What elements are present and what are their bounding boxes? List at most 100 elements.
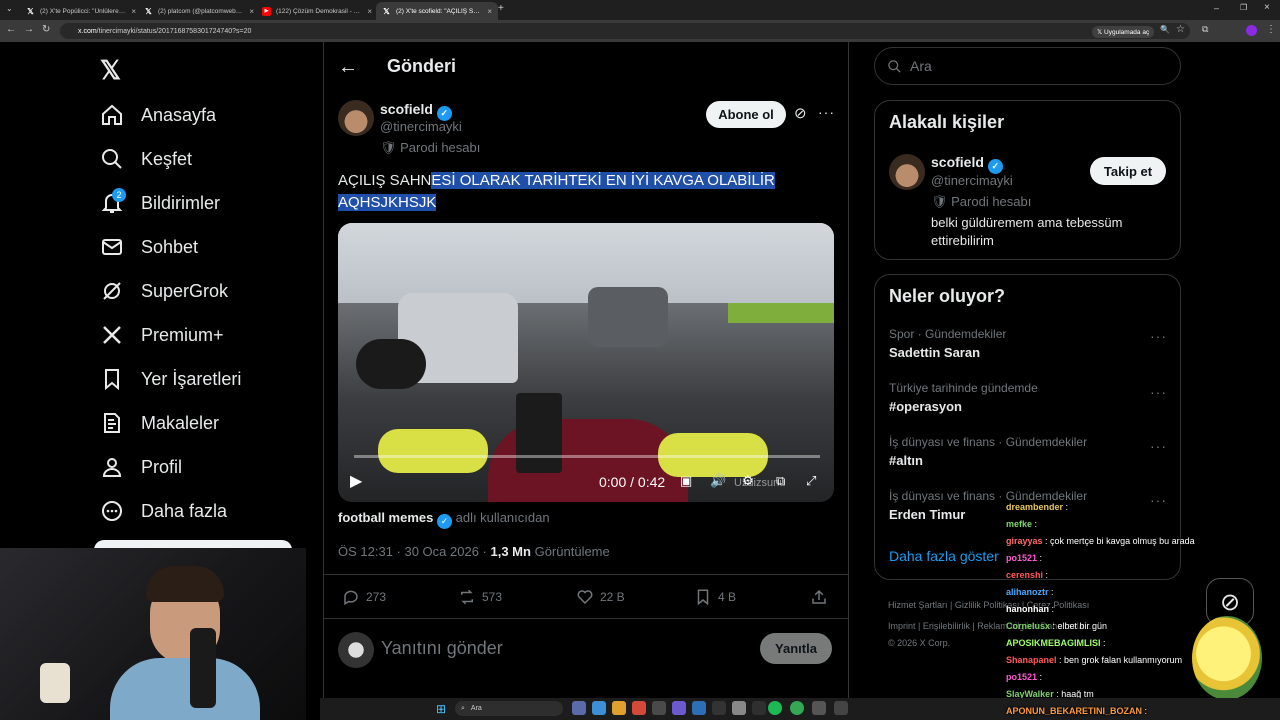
user-avatar[interactable] [338, 632, 374, 668]
bookmark-action[interactable]: 4 B [694, 587, 736, 607]
back-arrow-icon[interactable]: ← [338, 56, 358, 79]
nav-item-profile[interactable]: Profil [100, 451, 182, 483]
nav-item-articles[interactable]: Makaleler [100, 407, 219, 439]
nav-item-chat[interactable]: Sohbet [100, 231, 198, 263]
taskbar-app-icon[interactable] [812, 701, 826, 715]
nav-item-supergrok[interactable]: SuperGrok [100, 275, 228, 307]
taskbar-app-icon[interactable] [752, 701, 766, 715]
trend-item[interactable]: Spor · Gündemdekiler Sadettin Saran [889, 327, 1006, 360]
chat-text: ben grok falan kullanmıyorum [1064, 655, 1183, 665]
reply-input[interactable]: Yanıtını gönder [381, 638, 503, 659]
extensions-icon[interactable]: ⧉ [1202, 24, 1208, 35]
nav-item-premium[interactable]: Premium+ [100, 319, 224, 351]
grok-icon[interactable]: ⊘ [794, 104, 807, 122]
reload-icon[interactable]: ↻ [42, 24, 50, 35]
footer-link[interactable]: Hizmet Şartları [888, 600, 948, 610]
taskbar-app-icon[interactable] [834, 701, 848, 715]
divider [323, 574, 849, 575]
maximize-icon[interactable]: ❐ [1240, 3, 1247, 12]
close-tab-icon[interactable]: × [367, 7, 372, 16]
taskbar-app-icon[interactable] [672, 701, 686, 715]
reply-button[interactable]: Yanıtla [760, 633, 832, 664]
trend-more-icon[interactable]: ··· [1150, 328, 1167, 344]
play-icon[interactable]: ▶ [350, 471, 362, 491]
taskbar-app-icon[interactable] [572, 701, 586, 715]
taskbar-app-icon[interactable] [592, 701, 606, 715]
close-window-icon[interactable]: × [1264, 2, 1270, 13]
subscribe-button[interactable]: Abone ol [706, 101, 786, 128]
back-icon[interactable]: ← [6, 24, 16, 35]
captions-icon[interactable]: ▣ [680, 473, 692, 489]
post-time[interactable]: ÖS 12:31 · 30 Oca 2026 [338, 544, 479, 559]
author-name[interactable]: scofield [380, 101, 433, 117]
footer-link[interactable]: Erişilebilirlik [923, 621, 970, 631]
open-in-app-button[interactable]: 𝕏 Uygulamada aç [1092, 26, 1155, 38]
pip-icon[interactable]: ⧉ [776, 473, 785, 489]
nav-item-home[interactable]: Anasayfa [100, 99, 216, 131]
browser-tab-2[interactable]: 𝕏 (2) platcom (@platcomweb) / X × [138, 2, 260, 20]
reply-action[interactable]: 273 [342, 587, 386, 607]
microphone [190, 628, 216, 708]
related-handle[interactable]: @tinercimayki [931, 173, 1013, 188]
taskbar-app-icon[interactable] [632, 701, 646, 715]
taskbar-app-icon[interactable] [652, 701, 666, 715]
share-action[interactable] [810, 587, 828, 607]
chat-user: APONUN_BEKARETINI_BOZAN [1006, 706, 1143, 716]
author-avatar[interactable] [338, 100, 374, 136]
author-name-row[interactable]: scofield ✓ [380, 101, 452, 121]
trend-item[interactable]: İş dünyası ve finans · Gündemdekiler #al… [889, 435, 1087, 468]
streamer-shirt [110, 658, 260, 720]
taskbar-app-icon[interactable] [612, 701, 626, 715]
trend-more-icon[interactable]: ··· [1150, 492, 1167, 508]
spotify-icon[interactable] [768, 701, 782, 715]
browser-tab-1[interactable]: 𝕏 (2) X'te Popülicci: "Ünlülere yön… × [20, 2, 142, 20]
x-logo-icon[interactable]: 𝕏 [100, 55, 121, 86]
address-bar[interactable]: x.com/tinercimayki/status/20171687583017… [60, 23, 1190, 39]
fullscreen-icon[interactable]: ⤢ [806, 473, 816, 489]
credit-name[interactable]: football memes [338, 510, 433, 525]
star-icon[interactable]: ☆ [1176, 24, 1185, 35]
chrome-icon[interactable] [790, 701, 804, 715]
browser-menu-icon[interactable]: ⋮ [1266, 24, 1276, 35]
related-avatar[interactable] [889, 154, 925, 190]
mail-icon [102, 239, 122, 255]
forward-icon[interactable]: → [24, 24, 34, 35]
trend-more-icon[interactable]: ··· [1150, 384, 1167, 400]
search-input[interactable]: Ara [874, 47, 1181, 85]
like-action[interactable]: 22 B [576, 587, 625, 607]
chat-message: girayyas : çok mertçe bi kavga olmuş bu … [1006, 536, 1195, 546]
browser-tab-3[interactable]: ▶ (122) Çözüm Demokrasil - YouT × [256, 2, 378, 20]
show-more-link[interactable]: Daha fazla göster [889, 548, 999, 564]
profile-avatar-icon[interactable] [1246, 25, 1257, 36]
search-placeholder: Ara [910, 58, 932, 74]
zoom-icon[interactable]: 🔍 [1160, 25, 1170, 34]
taskbar-app-icon[interactable] [712, 701, 726, 715]
taskbar-search[interactable]: ⌕ Ara [455, 701, 563, 716]
video-progress-track[interactable] [354, 455, 820, 458]
chat-user: girayyas [1006, 536, 1043, 546]
trend-more-icon[interactable]: ··· [1150, 438, 1167, 454]
windows-start-icon[interactable]: ⊞ [436, 702, 446, 716]
related-name-row[interactable]: scofield ✓ [931, 154, 1003, 174]
nav-item-explore[interactable]: Keşfet [100, 143, 192, 175]
tab-list-icon[interactable]: ⌄ [6, 4, 13, 13]
new-tab-icon[interactable]: + [498, 3, 504, 14]
minimize-icon[interactable]: – [1214, 3, 1219, 13]
footer-link[interactable]: Imprint [888, 621, 916, 631]
more-options-icon[interactable]: ··· [818, 104, 835, 120]
volume-icon[interactable]: 🔊 [710, 473, 726, 489]
taskbar-app-icon[interactable] [692, 701, 706, 715]
taskbar-app-icon[interactable] [732, 701, 746, 715]
follow-button[interactable]: Takip et [1090, 157, 1166, 185]
close-tab-icon[interactable]: × [249, 7, 254, 16]
close-tab-icon[interactable]: × [131, 7, 136, 16]
nav-item-bookmarks[interactable]: Yer İşaretleri [100, 363, 241, 395]
related-name[interactable]: scofield [931, 154, 984, 170]
nav-item-more[interactable]: Daha fazla [100, 495, 227, 527]
author-handle[interactable]: @tinercimayki [380, 119, 462, 134]
close-tab-icon[interactable]: × [487, 7, 492, 16]
trend-item[interactable]: Türkiye tarihinde gündemde #operasyon [889, 381, 1038, 414]
browser-tab-4[interactable]: 𝕏 (2) X'te scofield: "AÇILIŞ SAHN… × [376, 2, 498, 20]
post-video[interactable]: ▶ 0:00 / 0:42 ▣ 🔊 ⚙ Uzdizsunu ⧉ ⤢ [338, 223, 834, 502]
repost-action[interactable]: 573 [458, 587, 502, 607]
